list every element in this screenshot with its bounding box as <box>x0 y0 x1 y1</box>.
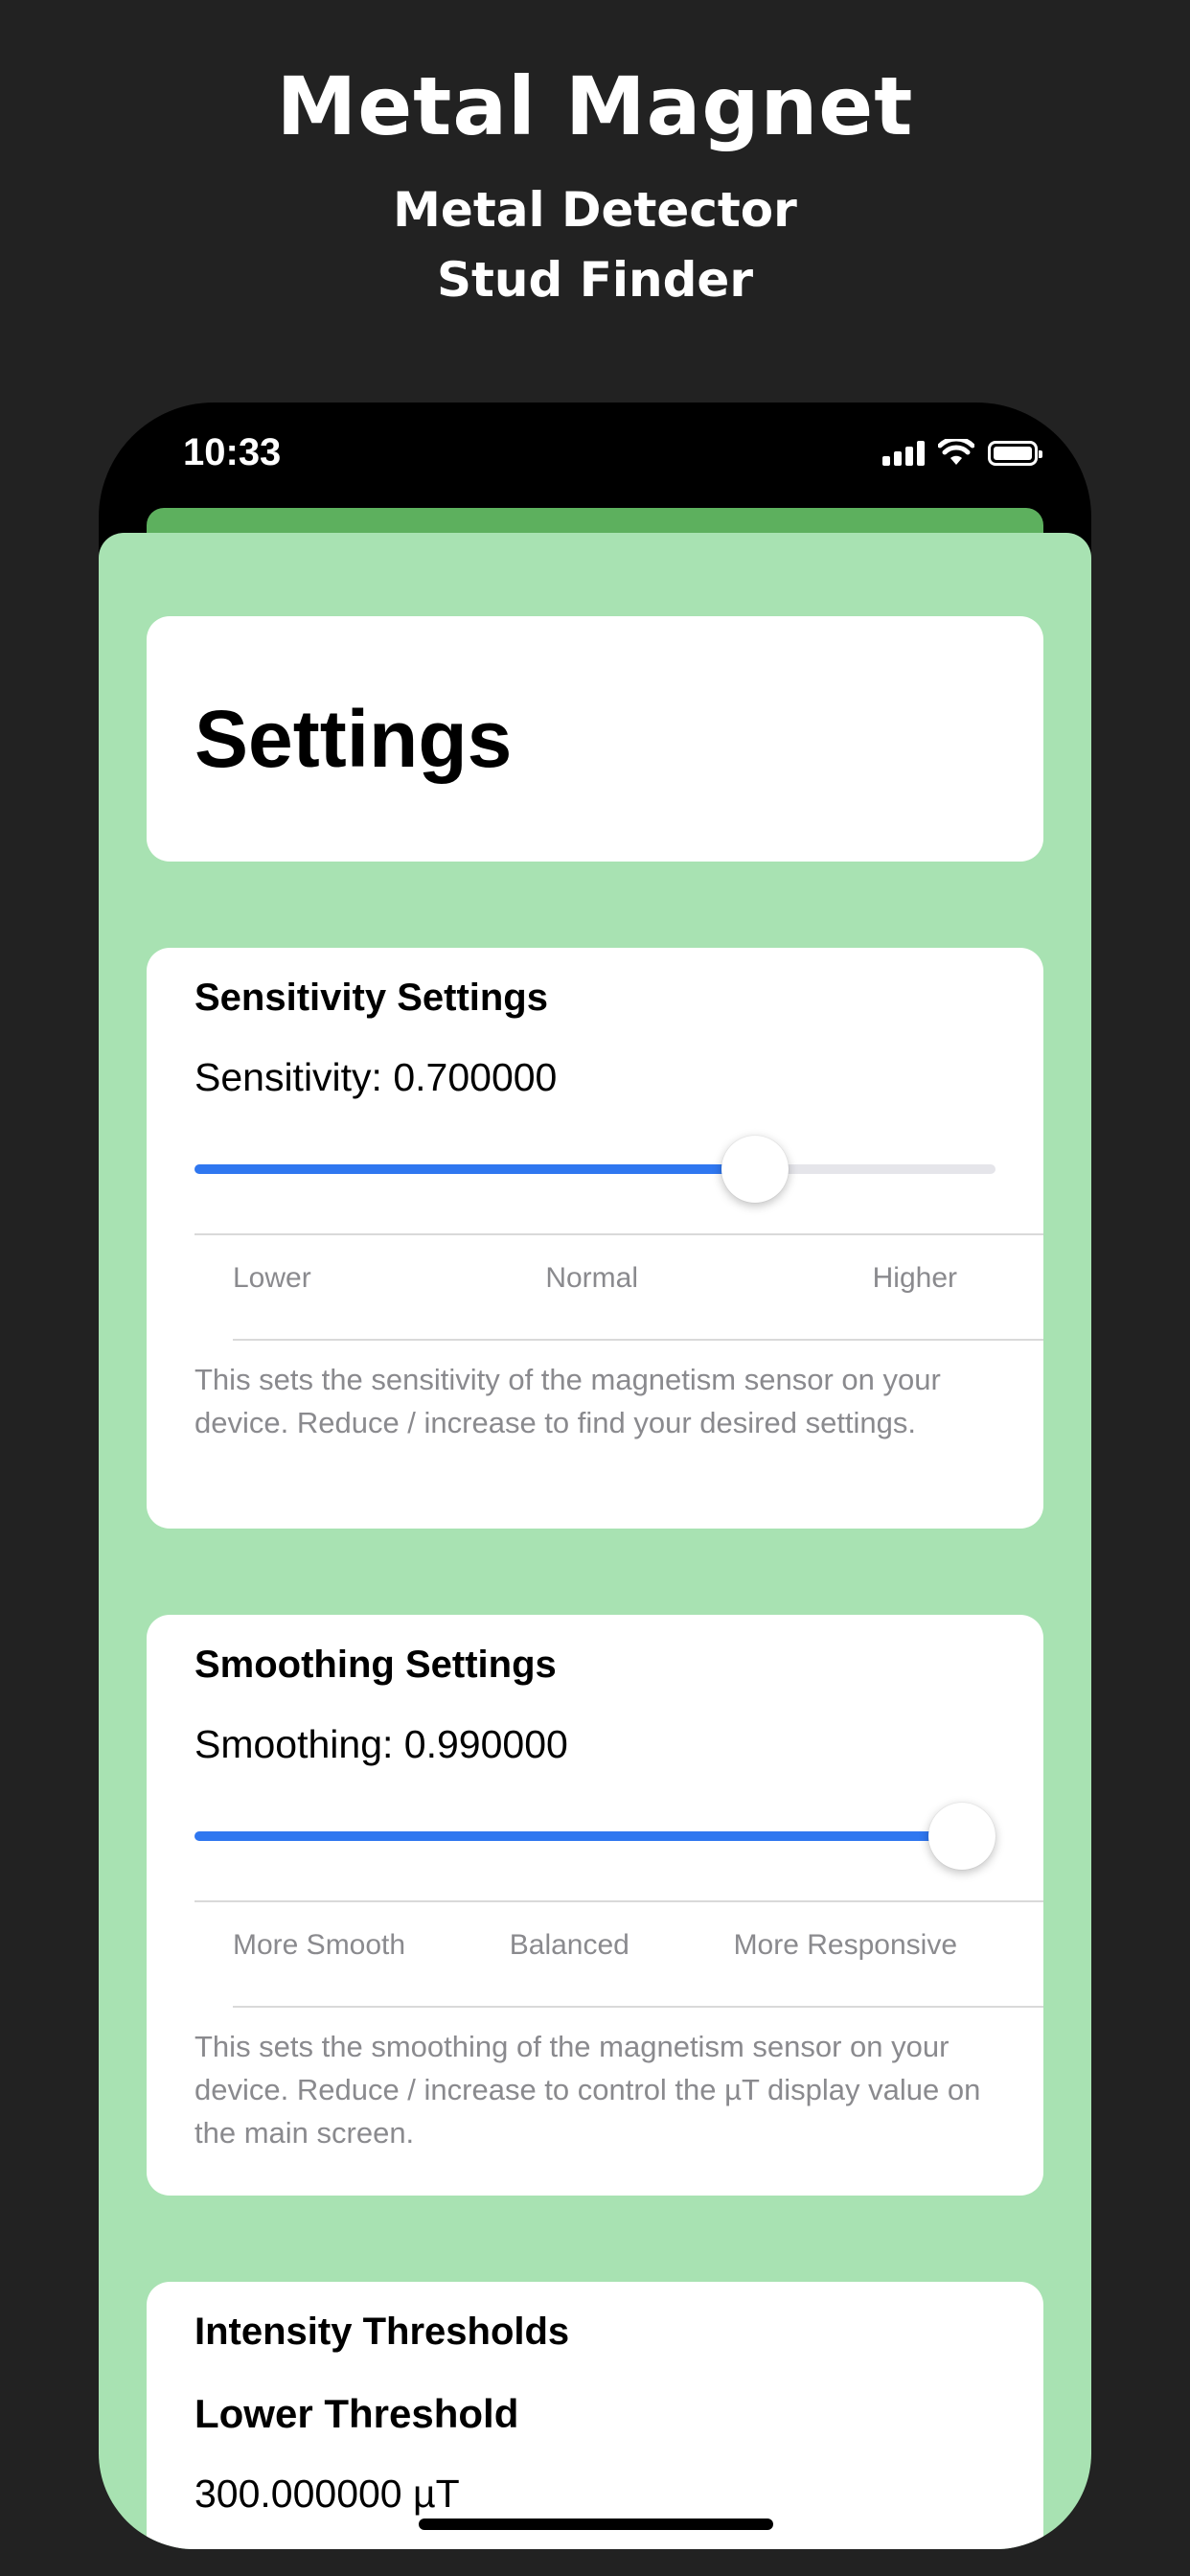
promo-subtitle-line2: Stud Finder <box>437 252 753 308</box>
status-time: 10:33 <box>183 431 282 473</box>
divider <box>195 1233 1043 1235</box>
slider-fill <box>195 1164 756 1174</box>
sensitivity-card: Sensitivity Settings Sensitivity: 0.7000… <box>147 948 1043 1529</box>
smoothing-scale-labels: More Smooth Balanced More Responsive <box>233 1929 957 1962</box>
smoothing-value-label: Smoothing: 0.990000 <box>195 1722 568 1766</box>
smoothing-slider[interactable] <box>195 1803 995 1870</box>
slider-fill <box>195 1831 962 1841</box>
sensitivity-section-title: Sensitivity Settings <box>195 977 548 1019</box>
slider-thumb[interactable] <box>928 1803 995 1870</box>
battery-icon <box>988 441 1042 466</box>
wifi-icon <box>938 439 974 465</box>
promo-title: Metal Magnet <box>276 59 914 153</box>
promo-subtitle-line1: Metal Detector <box>393 182 797 238</box>
divider <box>233 1339 1043 1341</box>
sensitivity-slider[interactable] <box>195 1136 995 1203</box>
phone-frame: 10:33 Settings Sensitivity Settings Sens… <box>99 402 1091 2549</box>
smoothing-label-more-responsive: More Responsive <box>733 1929 957 1961</box>
divider <box>195 1900 1043 1902</box>
page-title: Settings <box>195 694 513 784</box>
smoothing-section-title: Smoothing Settings <box>195 1644 557 1686</box>
cellular-signal-icon <box>882 441 925 466</box>
sensitivity-scale-labels: Lower Normal Higher <box>233 1262 957 1295</box>
smoothing-description: This sets the smoothing of the magnetism… <box>195 2030 981 2150</box>
thresholds-section-title: Intensity Thresholds <box>195 2311 570 2353</box>
home-indicator[interactable] <box>419 2518 773 2530</box>
slider-thumb[interactable] <box>721 1136 790 1203</box>
lower-threshold-heading: Lower Threshold <box>195 2391 519 2436</box>
settings-sheet[interactable]: Settings Sensitivity Settings Sensitivit… <box>99 533 1091 2549</box>
sensitivity-label-higher: Higher <box>872 1262 957 1294</box>
status-icons <box>882 439 1042 466</box>
sensitivity-description: This sets the sensitivity of the magneti… <box>195 1363 941 1439</box>
sensitivity-label-lower: Lower <box>233 1262 311 1294</box>
lower-threshold-value: 300.000000 µT <box>195 2472 460 2516</box>
smoothing-label-more-smooth: More Smooth <box>233 1929 406 1961</box>
thresholds-card: Intensity Thresholds Lower Threshold 300… <box>147 2282 1043 2549</box>
sensitivity-label-normal: Normal <box>545 1262 639 1294</box>
smoothing-label-balanced: Balanced <box>509 1929 629 1961</box>
title-card: Settings <box>147 616 1043 862</box>
sensitivity-value-label: Sensitivity: 0.700000 <box>195 1055 558 1099</box>
divider <box>233 2006 1043 2008</box>
smoothing-card: Smoothing Settings Smoothing: 0.990000 M… <box>147 1615 1043 2196</box>
